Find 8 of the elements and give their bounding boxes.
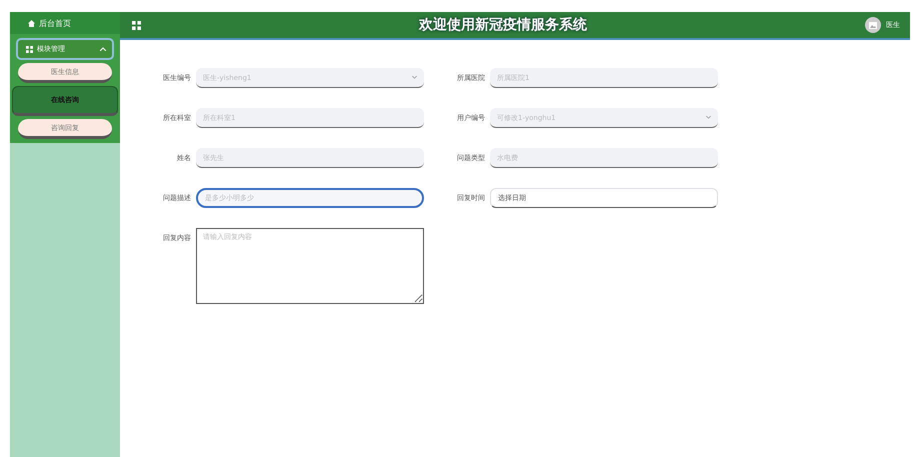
page-title: 欢迎使用新冠疫情服务系统 xyxy=(418,16,588,34)
home-link[interactable]: 后台首页 xyxy=(39,18,71,28)
grid-icon xyxy=(26,46,33,52)
chevron-icon xyxy=(412,76,417,79)
avatar-icon[interactable] xyxy=(865,17,881,33)
grid-icon[interactable] xyxy=(132,20,141,30)
home-icon xyxy=(28,20,35,26)
chevron-icon xyxy=(706,116,711,119)
